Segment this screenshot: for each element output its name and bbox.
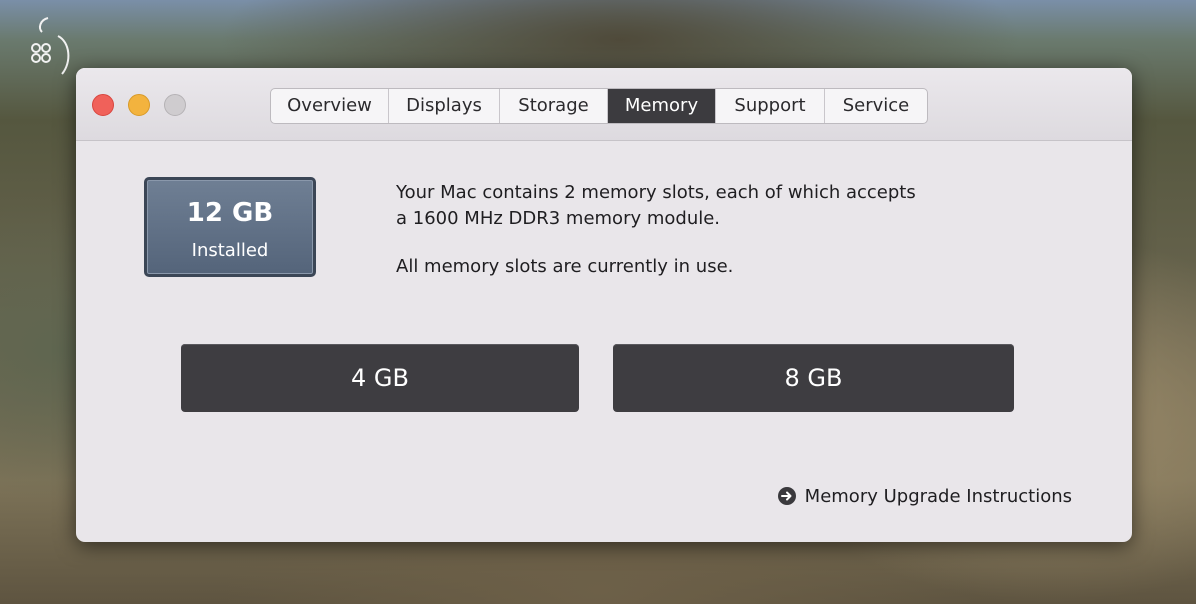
watermark-logo-icon — [31, 17, 70, 75]
memory-slot-status: All memory slots are currently in use. — [396, 256, 734, 277]
installed-memory-label: Installed — [191, 240, 269, 261]
memory-description-line-1: Your Mac contains 2 memory slots, each o… — [396, 182, 916, 203]
memory-slot-1: 4 GB — [181, 344, 579, 412]
tab-memory[interactable]: Memory — [608, 89, 716, 123]
close-window-button[interactable] — [92, 94, 114, 116]
memory-description-line-2: a 1600 MHz DDR3 memory module. — [396, 208, 721, 229]
memory-slot-2: 8 GB — [613, 344, 1014, 412]
tab-overview[interactable]: Overview — [271, 89, 389, 123]
memory-description: Your Mac contains 2 memory slots, each o… — [396, 180, 1016, 280]
installed-memory-size: 12 GB — [186, 198, 274, 228]
window-titlebar: Overview Displays Storage Memory Support… — [76, 68, 1132, 141]
tab-bar: Overview Displays Storage Memory Support… — [270, 88, 928, 124]
installed-memory-badge: 12 GB Installed — [144, 177, 316, 277]
tab-displays[interactable]: Displays — [389, 89, 500, 123]
memory-upgrade-instructions-label: Memory Upgrade Instructions — [804, 485, 1072, 507]
minimize-window-button[interactable] — [128, 94, 150, 116]
memory-upgrade-instructions-link[interactable]: Memory Upgrade Instructions — [777, 484, 1072, 508]
arrow-circle-right-icon — [777, 487, 796, 505]
tab-support[interactable]: Support — [716, 89, 825, 123]
about-this-mac-window: Overview Displays Storage Memory Support… — [76, 68, 1132, 542]
tab-storage[interactable]: Storage — [500, 89, 608, 123]
zoom-window-button[interactable] — [164, 94, 186, 116]
tab-service[interactable]: Service — [825, 89, 927, 123]
